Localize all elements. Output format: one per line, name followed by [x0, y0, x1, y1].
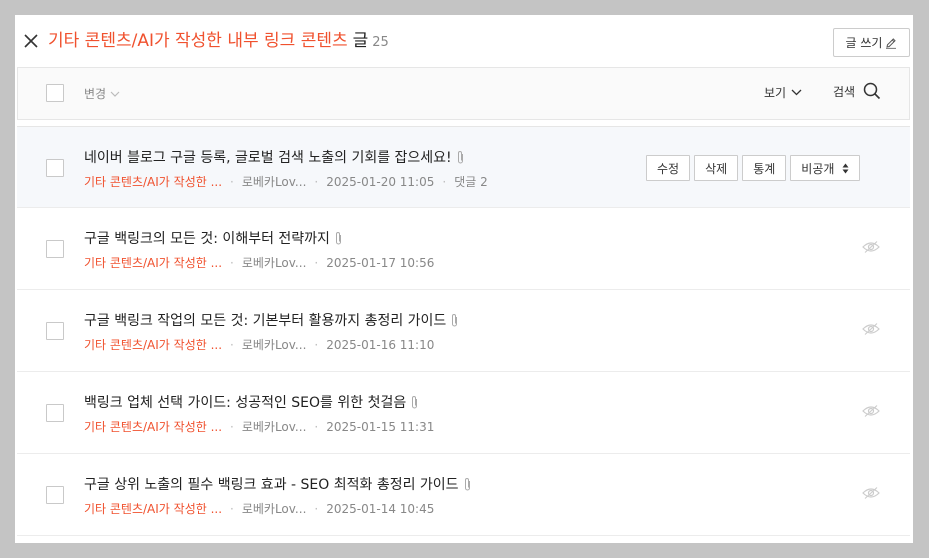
- post-author: 로베카Lov...: [241, 175, 307, 189]
- meta-separator: ·: [314, 501, 319, 516]
- post-comments[interactable]: 댓글 2: [454, 173, 488, 190]
- meta-separator: ·: [230, 174, 234, 189]
- title-suffix: 글: [352, 31, 369, 51]
- meta-separator: ·: [230, 255, 234, 270]
- post-title: 구글 백링크의 모든 것: 이해부터 전략까지: [84, 231, 330, 247]
- paperclip-icon: [464, 477, 470, 490]
- paperclip-icon: [452, 313, 458, 326]
- close-icon[interactable]: [23, 33, 39, 49]
- meta-separator: ·: [314, 255, 319, 270]
- post-checkbox[interactable]: [46, 404, 64, 422]
- row-actions: 수정 삭제 통계 비공개: [646, 155, 861, 181]
- meta-separator: ·: [314, 419, 319, 434]
- visibility-value: 비공개: [801, 161, 835, 176]
- post-category[interactable]: 기타 콘텐츠/AI가 작성한 ...: [84, 254, 222, 271]
- paperclip-icon: [335, 231, 341, 244]
- post-title-link[interactable]: 구글 백링크의 모든 것: 이해부터 전략까지: [84, 228, 343, 248]
- meta-separator: ·: [230, 419, 234, 434]
- eye-icon: [862, 405, 880, 417]
- post-title: 구글 백링크 작업의 모든 것: 기본부터 활용까지 총정리 가이드: [84, 313, 447, 329]
- search-label: 검색: [833, 84, 856, 99]
- post-author: 로베카Lov...: [241, 502, 307, 516]
- post-row: 구글 상위 노출의 필수 백링크 효과 - SEO 최적화 총정리 가이드 기타…: [17, 454, 910, 536]
- change-label: 변경: [84, 87, 107, 101]
- view-dropdown[interactable]: 보기: [764, 84, 802, 101]
- meta-separator: ·: [314, 337, 319, 352]
- visibility-select[interactable]: 비공개: [790, 155, 861, 181]
- edit-button[interactable]: 수정: [646, 155, 691, 181]
- search-icon: [863, 82, 881, 100]
- post-author: 로베카Lov...: [241, 420, 307, 434]
- post-date: 2025-01-20 11:05: [326, 174, 435, 189]
- paperclip-icon: [457, 150, 463, 163]
- post-title-link[interactable]: 네이버 블로그 구글 등록, 글로벌 검색 노출의 기회를 잡으세요!: [84, 147, 465, 167]
- search-button[interactable]: 검색: [833, 82, 881, 100]
- post-checkbox[interactable]: [46, 486, 64, 504]
- write-post-button[interactable]: 글 쓰기: [833, 28, 910, 57]
- sort-arrows-icon: [842, 163, 849, 173]
- post-checkbox[interactable]: [46, 240, 64, 258]
- post-title: 구글 상위 노출의 필수 백링크 효과 - SEO 최적화 총정리 가이드: [84, 477, 459, 493]
- post-category[interactable]: 기타 콘텐츠/AI가 작성한 ...: [84, 500, 222, 517]
- post-title-link[interactable]: 구글 상위 노출의 필수 백링크 효과 - SEO 최적화 총정리 가이드: [84, 474, 472, 494]
- post-meta: 기타 콘텐츠/AI가 작성한 ... · 로베카Lov... · 2025-01…: [84, 500, 434, 517]
- post-title: 백링크 업체 선택 가이드: 성공적인 SEO를 위한 첫걸음: [84, 395, 407, 411]
- post-row: 구글 백링크 작업의 모든 것: 기본부터 활용까지 총정리 가이드 기타 콘텐…: [17, 290, 910, 372]
- page-title: 기타 콘텐츠/AI가 작성한 내부 링크 콘텐츠 글 25: [48, 29, 389, 55]
- post-date: 2025-01-16 11:10: [326, 337, 435, 352]
- list-toolbar: 변경 보기 검색: [17, 67, 910, 120]
- meta-separator: ·: [442, 174, 447, 189]
- chevron-down-icon: [110, 91, 120, 97]
- eye-icon: [862, 487, 880, 499]
- post-row: 구글 백링크의 모든 것: 이해부터 전략까지 기타 콘텐츠/AI가 작성한 .…: [17, 208, 910, 290]
- post-manager-panel: 기타 콘텐츠/AI가 작성한 내부 링크 콘텐츠 글 25 글 쓰기 변경 보기 검…: [15, 15, 913, 543]
- header: 기타 콘텐츠/AI가 작성한 내부 링크 콘텐츠 글 25 글 쓰기: [15, 15, 913, 67]
- post-author: 로베카Lov...: [241, 338, 307, 352]
- write-button-label: 글 쓰기: [845, 36, 883, 50]
- post-meta: 기타 콘텐츠/AI가 작성한 ... · 로베카Lov... · 2025-01…: [84, 418, 434, 435]
- post-date: 2025-01-17 10:56: [326, 255, 435, 270]
- eye-icon: [862, 241, 880, 253]
- post-count: 25: [372, 35, 389, 50]
- post-category[interactable]: 기타 콘텐츠/AI가 작성한 ...: [84, 173, 222, 190]
- paperclip-icon: [412, 395, 418, 408]
- post-meta: 기타 콘텐츠/AI가 작성한 ... · 로베카Lov... · 2025-01…: [84, 173, 488, 190]
- post-row: 네이버 블로그 구글 등록, 글로벌 검색 노출의 기회를 잡으세요! 기타 콘…: [17, 126, 910, 208]
- change-dropdown[interactable]: 변경: [84, 85, 120, 102]
- post-checkbox[interactable]: [46, 159, 64, 177]
- meta-separator: ·: [230, 501, 234, 516]
- post-title: 네이버 블로그 구글 등록, 글로벌 검색 노출의 기회를 잡으세요!: [84, 150, 452, 166]
- post-meta: 기타 콘텐츠/AI가 작성한 ... · 로베카Lov... · 2025-01…: [84, 254, 434, 271]
- post-date: 2025-01-15 11:31: [326, 419, 435, 434]
- meta-separator: ·: [230, 337, 234, 352]
- chevron-down-icon: [791, 89, 802, 96]
- post-date: 2025-01-14 10:45: [326, 501, 435, 516]
- view-label: 보기: [764, 86, 787, 100]
- post-list: 네이버 블로그 구글 등록, 글로벌 검색 노출의 기회를 잡으세요! 기타 콘…: [17, 126, 910, 536]
- post-meta: 기타 콘텐츠/AI가 작성한 ... · 로베카Lov... · 2025-01…: [84, 336, 434, 353]
- delete-button[interactable]: 삭제: [694, 155, 739, 181]
- category-title: 기타 콘텐츠/AI가 작성한 내부 링크 콘텐츠: [48, 31, 348, 51]
- post-category[interactable]: 기타 콘텐츠/AI가 작성한 ...: [84, 418, 222, 435]
- meta-separator: ·: [314, 174, 319, 189]
- select-all-checkbox[interactable]: [46, 84, 64, 102]
- post-title-link[interactable]: 구글 백링크 작업의 모든 것: 기본부터 활용까지 총정리 가이드: [84, 310, 459, 330]
- post-title-link[interactable]: 백링크 업체 선택 가이드: 성공적인 SEO를 위한 첫걸음: [84, 392, 419, 412]
- post-category[interactable]: 기타 콘텐츠/AI가 작성한 ...: [84, 336, 222, 353]
- post-checkbox[interactable]: [46, 322, 64, 340]
- stats-button[interactable]: 통계: [742, 155, 787, 181]
- pencil-icon: [886, 37, 897, 49]
- post-row: 백링크 업체 선택 가이드: 성공적인 SEO를 위한 첫걸음 기타 콘텐츠/A…: [17, 372, 910, 454]
- post-author: 로베카Lov...: [241, 256, 307, 270]
- eye-icon: [862, 323, 880, 335]
